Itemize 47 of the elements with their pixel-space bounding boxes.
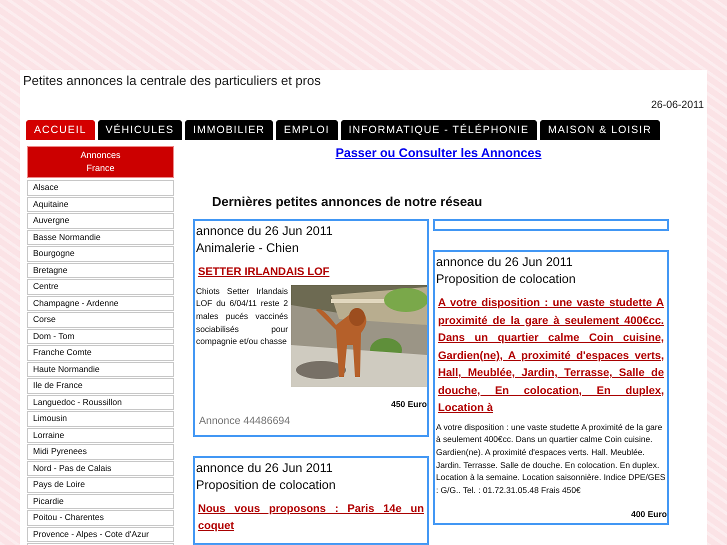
region-link[interactable]: Aquitaine — [27, 196, 174, 212]
nav-tab[interactable]: ACCUEIL — [26, 120, 95, 140]
region-link[interactable]: Lorraine — [27, 428, 174, 443]
ad-date: annonce du 26 Jun 2011 — [436, 254, 574, 271]
section-heading: Dernières petites annonces de notre réseau — [212, 194, 484, 211]
ad-date: annonce du 26 Jun 2011 — [196, 223, 334, 240]
region-link[interactable]: Nord - Pas de Calais — [27, 460, 174, 476]
ad-description: Chiots Setter Irlandais LOF du 6/04/11 reste 2 males pucés vaccinés sociabilisés pour compagnie et/ou chasse — [196, 284, 288, 348]
region-link[interactable]: Provence - Alpes - Cote d'Azur — [27, 526, 174, 542]
ad-title-link[interactable]: SETTER IRLANDAIS LOF — [198, 264, 424, 282]
region-link[interactable]: Ile de France — [27, 378, 174, 394]
region-link[interactable]: Haute Normandie — [27, 362, 174, 377]
region-link[interactable]: Centre — [27, 279, 174, 294]
ad-category: Proposition de colocation — [196, 476, 337, 494]
region-link[interactable]: Poitou - Charentes — [27, 510, 174, 526]
ad-price: 450 Euro — [390, 398, 427, 408]
sidebar-header: Annonces France — [27, 146, 174, 178]
ad-title-link[interactable]: Nous vous proposons : Paris 14e un coquet — [198, 500, 424, 536]
nav-tab[interactable]: IMMOBILIER — [185, 120, 273, 140]
region-link[interactable]: Basse Normandie — [27, 230, 174, 245]
ad-price: 400 Euro — [630, 508, 667, 519]
region-link[interactable]: Dom - Tom — [27, 328, 174, 344]
region-link[interactable]: Languedoc - Roussillon — [27, 394, 174, 410]
nav-tab[interactable]: VÉHICULES — [98, 120, 182, 140]
region-link[interactable]: Corse — [27, 312, 174, 328]
nav-tab[interactable]: INFORMATIQUE - TÉLÉPHONIE — [340, 120, 537, 140]
region-link[interactable]: Champagne - Ardenne — [27, 296, 174, 311]
nav-tab[interactable]: EMPLOI — [276, 120, 338, 140]
region-link[interactable]: Midi Pyrenees — [27, 444, 174, 460]
region-link[interactable]: Bourgogne — [27, 246, 174, 262]
site-title: Petites annonces la centrale des particuliers et pros — [23, 73, 322, 88]
region-link[interactable]: Alsace — [27, 180, 174, 196]
ad-category: Proposition de colocation — [436, 271, 577, 288]
nav-tab[interactable]: MAISON & LOISIR — [540, 120, 660, 140]
region-link[interactable]: Limousin — [27, 411, 174, 426]
ad-date: annonce du 26 Jun 2011 — [196, 460, 334, 476]
post-ads-link[interactable]: Passer ou Consulter les Annonces — [336, 146, 542, 160]
region-link[interactable]: Pays de Loire — [27, 477, 174, 492]
region-link[interactable]: Picardie — [27, 494, 174, 509]
ad-description: A votre disposition : une vaste studette A proximité de la gare à seulement 400€cc. Dans un quartier calme Coin cuisine. Gardien(ne). A proximité d'espaces verts. Hall. Meublée. Jardin. Terrasse. Salle de douche. En colocation. En duplex. Location à la semaine. Location saisonnière. Indice DPE/GES : G/G.. Tel. : 01.72.31.05.48 Frais 450€ — [436, 420, 667, 497]
date-text: 26-06-2011 — [650, 99, 704, 111]
ad-category: Animalerie - Chien — [196, 240, 300, 257]
region-link[interactable]: Franche Comte — [27, 345, 174, 360]
region-link[interactable]: Bretagne — [27, 262, 174, 278]
region-link[interactable]: Auvergne — [27, 213, 174, 228]
ad-title-link[interactable]: A votre disposition : une vaste studette A proximité de la gare à seulement 400€cc. Dans un quartier calme Coin cuisine, Gardien(ne), A proximité d'espaces verts, Hall, Meublée, Jardin, Terrasse, Salle de douche, En colocation, En duplex, Location à — [438, 295, 664, 418]
ad-reference: Annonce 44486694 — [199, 414, 292, 426]
